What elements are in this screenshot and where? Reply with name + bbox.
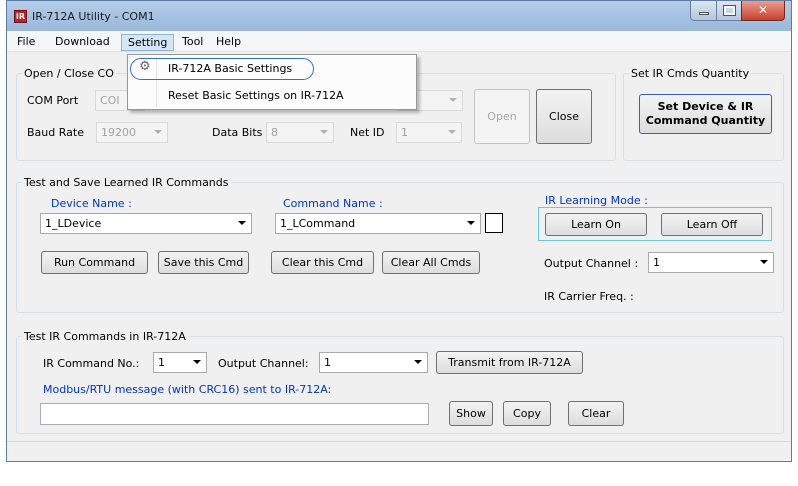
data-bits-value: 8 xyxy=(271,126,278,139)
test-output-channel-label: Output Channel: xyxy=(218,357,309,370)
net-id-label: Net ID xyxy=(350,126,385,139)
title-bar[interactable]: IR IR-712A Utility - COM1 ✕ xyxy=(7,1,791,31)
command-name-label: Command Name : xyxy=(283,197,383,210)
run-command-button[interactable]: Run Command xyxy=(41,251,148,274)
menu-setting[interactable]: Setting xyxy=(121,34,175,51)
device-name-select[interactable]: 1_LDevice xyxy=(40,213,252,234)
show-button[interactable]: Show xyxy=(449,401,493,426)
learn-on-button[interactable]: Learn On xyxy=(545,213,647,236)
carrier-freq-label: IR Carrier Freq. : xyxy=(544,290,634,303)
clear-cmd-button[interactable]: Clear this Cmd xyxy=(271,251,374,274)
baud-rate-label: Baud Rate xyxy=(27,126,84,139)
test-output-channel-select[interactable]: 1 xyxy=(319,352,428,373)
com-port-value: COI xyxy=(100,94,120,107)
learning-mode-label: IR Learning Mode : xyxy=(545,194,648,207)
menu-help[interactable]: Help xyxy=(210,34,247,51)
chevron-down-icon xyxy=(238,221,246,225)
clear-message-button[interactable]: Clear xyxy=(568,401,624,426)
modbus-label: Modbus/RTU message (with CRC16) sent to … xyxy=(43,383,332,396)
net-id-value: 1 xyxy=(401,126,408,139)
test-output-channel-value: 1 xyxy=(324,356,331,369)
app-logo-icon: IR xyxy=(14,10,27,23)
menu-download[interactable]: Download xyxy=(49,34,116,51)
close-window-button[interactable]: ✕ xyxy=(741,1,785,21)
device-name-value: 1_LDevice xyxy=(45,217,102,230)
chevron-down-icon xyxy=(154,130,162,134)
cmd-no-label: IR Command No.: xyxy=(43,357,140,370)
cmd-no-select[interactable]: 1 xyxy=(153,352,207,373)
chevron-down-icon xyxy=(760,260,768,264)
cmd-no-value: 1 xyxy=(158,356,165,369)
output-channel-select[interactable]: 1 xyxy=(648,252,774,273)
minimize-icon xyxy=(699,12,709,15)
clear-all-cmds-button[interactable]: Clear All Cmds xyxy=(382,251,480,274)
app-window: IR IR-712A Utility - COM1 ✕ File Downloa… xyxy=(6,0,792,462)
test-group-legend: Test IR Commands in IR-712A xyxy=(22,330,188,343)
command-name-value: 1_LCommand xyxy=(280,217,356,230)
close-port-button[interactable]: Close xyxy=(536,89,592,144)
quantity-group-legend: Set IR Cmds Quantity xyxy=(629,67,752,80)
command-name-select[interactable]: 1_LCommand xyxy=(275,213,481,234)
chevron-down-icon xyxy=(467,221,475,225)
chevron-down-icon xyxy=(414,360,422,364)
open-button[interactable]: Open xyxy=(474,89,530,144)
chevron-down-icon xyxy=(448,130,456,134)
transmit-button[interactable]: Transmit from IR-712A xyxy=(436,351,583,374)
modbus-message-field[interactable] xyxy=(40,403,429,425)
chevron-down-icon xyxy=(193,360,201,364)
minimize-button[interactable] xyxy=(690,1,717,21)
maximize-button[interactable] xyxy=(716,1,742,21)
net-id-select[interactable]: 1 xyxy=(396,122,462,143)
learned-group-legend: Test and Save Learned IR Commands xyxy=(22,176,231,189)
maximize-icon xyxy=(723,5,736,16)
learn-off-button[interactable]: Learn Off xyxy=(661,213,763,236)
command-status-box xyxy=(485,213,503,233)
data-bits-label: Data Bits xyxy=(212,126,263,139)
setting-dropdown-menu: ⚙ IR-712A Basic Settings Reset Basic Set… xyxy=(127,54,417,110)
com-port-label: COM Port xyxy=(27,94,79,107)
data-bits-select[interactable]: 8 xyxy=(266,122,334,143)
copy-button[interactable]: Copy xyxy=(503,401,551,426)
chevron-down-icon xyxy=(449,98,457,102)
baud-rate-value: 19200 xyxy=(101,126,136,139)
chevron-down-icon xyxy=(320,130,328,134)
save-cmd-button[interactable]: Save this Cmd xyxy=(158,251,249,274)
set-quantity-line2: Command Quantity xyxy=(645,114,766,127)
menu-file[interactable]: File xyxy=(11,34,41,51)
com-group-legend: Open / Close CO xyxy=(22,67,116,80)
device-name-label: Device Name : xyxy=(51,197,132,210)
close-icon: ✕ xyxy=(757,3,769,17)
baud-rate-select[interactable]: 19200 xyxy=(96,122,168,143)
gear-icon: ⚙ xyxy=(139,59,151,74)
menu-tool[interactable]: Tool xyxy=(176,34,209,51)
set-quantity-button[interactable]: Set Device & IR Command Quantity xyxy=(639,94,772,134)
menu-item-reset-settings[interactable]: Reset Basic Settings on IR-712A xyxy=(168,89,344,102)
status-bar xyxy=(7,441,791,461)
set-quantity-line1: Set Device & IR xyxy=(657,100,754,113)
output-channel-label: Output Channel : xyxy=(544,257,639,270)
menu-item-basic-settings-label: IR-712A Basic Settings xyxy=(168,62,293,75)
menu-bar: File Download Setting Tool Help xyxy=(7,31,791,52)
output-channel-value: 1 xyxy=(653,256,660,269)
window-title: IR-712A Utility - COM1 xyxy=(32,10,155,23)
